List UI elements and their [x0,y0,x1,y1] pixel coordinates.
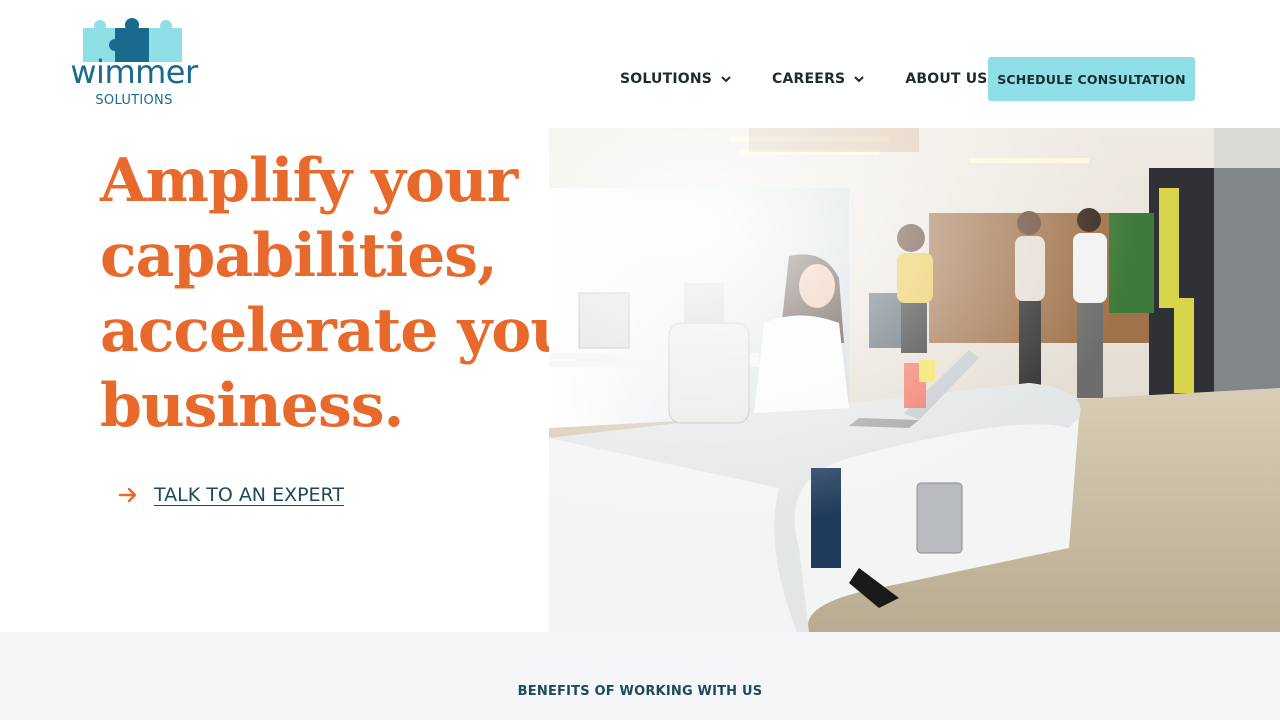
site-header: wimmer SOLUTIONS SOLUTIONS CAREERS ABOUT… [0,0,1280,128]
headline-line: capabilities, [100,221,498,291]
benefits-section: BENEFITS OF WORKING WITH US [0,632,1280,720]
talk-to-expert-link[interactable]: TALK TO AN EXPERT [118,484,344,506]
hero-headline: Amplify your capabilities, accelerate yo… [100,144,604,444]
headline-line: accelerate your [100,296,604,366]
schedule-consultation-button[interactable]: SCHEDULE CONSULTATION [988,57,1195,101]
chevron-down-icon [721,76,731,83]
headline-line: business. [100,371,404,441]
nav-item-careers[interactable]: CAREERS [772,71,865,87]
nav-item-label: ABOUT US [905,71,988,87]
chevron-down-icon [854,76,865,83]
wimmer-logo[interactable]: wimmer SOLUTIONS [58,18,210,112]
logo-wordmark: wimmer [70,53,198,91]
logo-tagline: SOLUTIONS [95,93,173,108]
arrow-right-icon [118,487,137,503]
benefits-title: BENEFITS OF WORKING WITH US [517,684,763,699]
main-nav: SOLUTIONS CAREERS ABOUT US [600,57,1028,101]
headline-line: Amplify your [100,146,518,216]
talk-to-expert-label: TALK TO AN EXPERT [154,484,344,506]
hero-text-panel: Amplify your capabilities, accelerate yo… [0,128,604,632]
nav-item-label: CAREERS [772,71,846,87]
nav-item-label: SOLUTIONS [620,71,713,87]
nav-item-solutions[interactable]: SOLUTIONS [620,71,732,87]
office-worker-at-desk-photo [549,128,1280,632]
